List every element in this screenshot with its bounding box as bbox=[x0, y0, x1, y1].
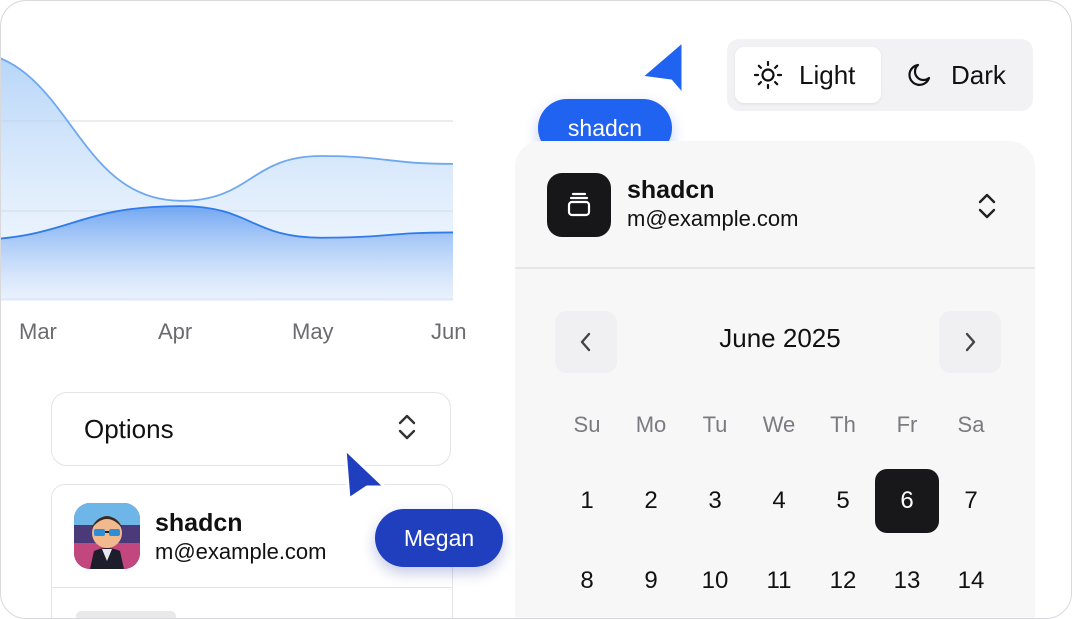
account-email: m@example.com bbox=[627, 206, 799, 231]
calendar-day[interactable]: 12 bbox=[811, 549, 875, 613]
card-divider bbox=[52, 587, 452, 588]
sun-icon bbox=[753, 60, 783, 90]
x-tick-label: Jun bbox=[431, 319, 467, 344]
x-tick-label: Mar bbox=[19, 319, 57, 344]
cursor-arrow-icon bbox=[639, 39, 685, 97]
account-calendar-panel: shadcn m@example.com June 2025 Su Mo Tu We T… bbox=[515, 141, 1035, 618]
weekday-label: Tu bbox=[702, 412, 728, 437]
theme-dark-button[interactable]: Dark bbox=[887, 47, 1027, 103]
calendar-day[interactable]: 4 bbox=[747, 469, 811, 533]
chevron-right-icon bbox=[965, 332, 976, 352]
calendar-day[interactable]: 1 bbox=[555, 469, 619, 533]
weekday-label: Mo bbox=[635, 412, 667, 437]
card-faded-item bbox=[76, 611, 176, 618]
calendar-day[interactable]: 8 bbox=[555, 549, 619, 613]
weekday-label: Th bbox=[830, 412, 856, 437]
moon-icon bbox=[908, 63, 931, 86]
weekday-label: Sa bbox=[957, 412, 985, 437]
layers-icon bbox=[547, 173, 611, 237]
chevron-up-down-icon bbox=[396, 413, 418, 446]
cursor-label-megan: Megan bbox=[375, 509, 503, 567]
calendar-month-title: June 2025 bbox=[719, 323, 841, 353]
theme-toggle: Light Dark bbox=[727, 39, 1033, 111]
user-name: shadcn bbox=[155, 509, 243, 537]
chevron-left-icon bbox=[580, 332, 591, 352]
calendar-day-selected[interactable]: 6 bbox=[875, 469, 939, 533]
weekday-label: Fr bbox=[896, 412, 918, 437]
user-email: m@example.com bbox=[155, 539, 327, 564]
calendar-day[interactable]: 2 bbox=[619, 469, 683, 533]
options-select-label: Options bbox=[84, 413, 174, 444]
calendar-day[interactable]: 5 bbox=[811, 469, 875, 533]
theme-dark-label: Dark bbox=[951, 59, 1006, 90]
canvas-frame: Mar Apr May Jun Options shadcn m@example.co bbox=[0, 0, 1072, 619]
options-select[interactable]: Options bbox=[51, 392, 451, 466]
next-month-button[interactable] bbox=[939, 311, 1001, 373]
calendar-day[interactable]: 11 bbox=[747, 549, 811, 613]
x-tick-label: May bbox=[292, 319, 334, 344]
theme-light-button[interactable]: Light bbox=[735, 47, 881, 103]
panel-divider bbox=[515, 267, 1035, 269]
cursor-arrow-icon bbox=[343, 447, 387, 501]
prev-month-button[interactable] bbox=[555, 311, 617, 373]
calendar-day[interactable]: 13 bbox=[875, 549, 939, 613]
weekday-label: Su bbox=[573, 412, 601, 437]
calendar-day[interactable]: 3 bbox=[683, 469, 747, 533]
avatar bbox=[74, 503, 140, 569]
chevron-up-down-icon bbox=[978, 193, 996, 219]
calendar-day[interactable]: 9 bbox=[619, 549, 683, 613]
calendar-day[interactable]: 7 bbox=[939, 469, 1003, 533]
x-tick-label: Apr bbox=[158, 319, 193, 344]
area-chart bbox=[1, 57, 454, 301]
weekday-label: We bbox=[762, 412, 796, 437]
account-name: shadcn bbox=[627, 176, 715, 204]
calendar-day[interactable]: 14 bbox=[939, 549, 1003, 613]
calendar-day[interactable]: 10 bbox=[683, 549, 747, 613]
theme-light-label: Light bbox=[799, 59, 856, 90]
